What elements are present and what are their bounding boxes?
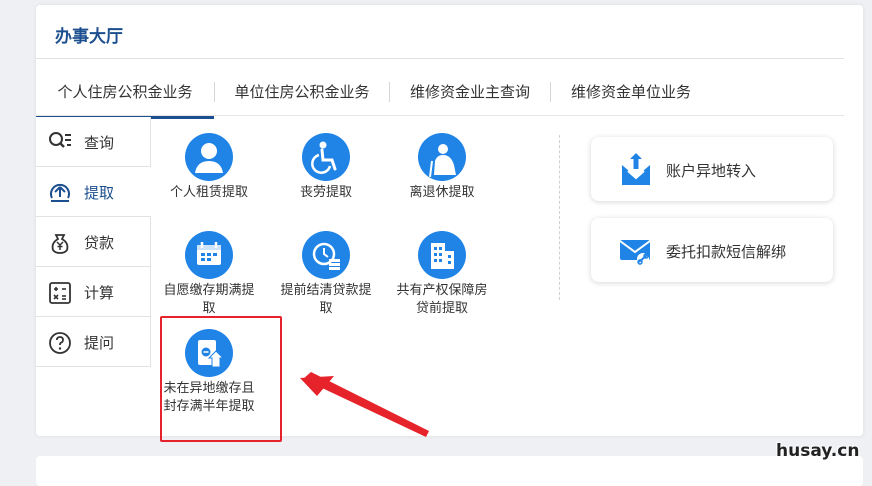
annotation-arrow [300, 372, 429, 437]
watermark: husay.cn [776, 441, 860, 461]
